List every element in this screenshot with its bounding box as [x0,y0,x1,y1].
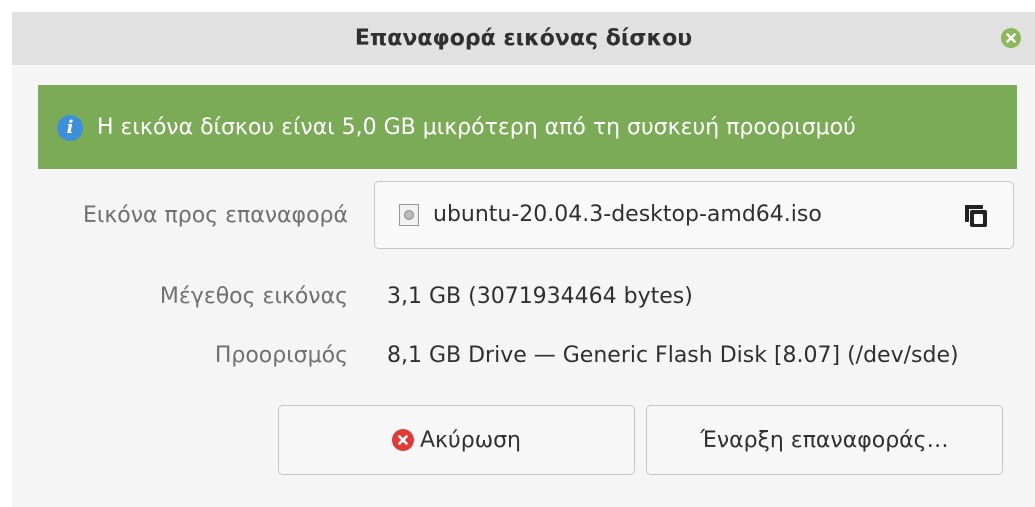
image-file-name: ubuntu-20.04.3-desktop-amd64.iso [433,202,822,227]
info-message: Η εικόνα δίσκου είναι 5,0 GB μικρότερη α… [97,115,856,140]
close-button[interactable] [1001,28,1021,48]
restore-disk-image-dialog: Επαναφορά εικόνας δίσκου i Η εικόνα δίσκ… [12,12,1035,507]
size-label: Μέγεθος εικόνας [159,284,348,309]
disc-image-icon [399,204,419,226]
image-label: Εικόνα προς επαναφορά [83,203,348,228]
cancel-button-label: Ακύρωση [419,427,522,453]
size-value: 3,1 GB (3071934464 bytes) [387,284,693,309]
title-bar: Επαναφορά εικόνας δίσκου [12,12,1035,65]
image-file-chooser[interactable]: ubuntu-20.04.3-desktop-amd64.iso [374,181,1014,249]
dialog-title: Επαναφορά εικόνας δίσκου [354,26,693,51]
start-restore-button-label: Έναρξη επαναφοράς… [700,427,949,453]
copy-icon [965,205,987,227]
start-restore-button[interactable]: Έναρξη επαναφοράς… [646,405,1003,475]
close-icon [1006,33,1016,43]
cancel-button[interactable]: Ακύρωση [278,405,635,475]
cancel-icon [391,429,414,451]
info-icon: i [57,115,83,141]
destination-label: Προορισμός [214,343,348,368]
destination-value: 8,1 GB Drive — Generic Flash Disk [8.07]… [387,343,959,368]
